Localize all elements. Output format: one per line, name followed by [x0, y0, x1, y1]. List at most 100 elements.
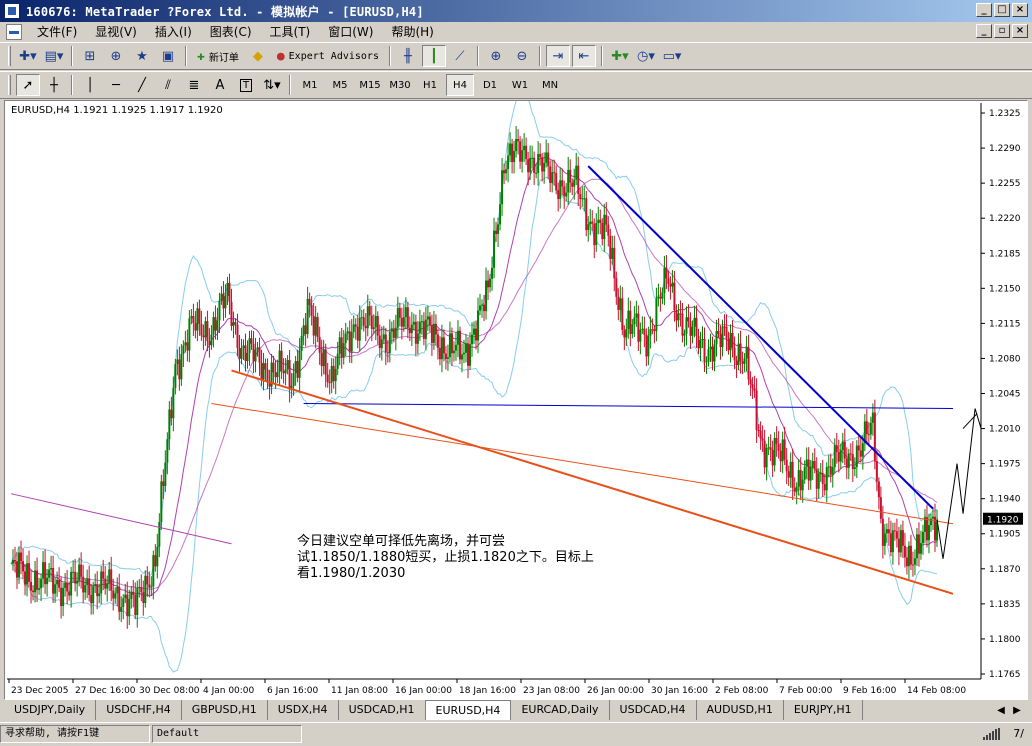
- cursor-tool[interactable]: ➚: [16, 74, 40, 96]
- candle-body: [38, 588, 41, 590]
- candle-body: [555, 173, 558, 191]
- toolbar-grip[interactable]: [8, 75, 11, 95]
- candle-body: [839, 450, 842, 462]
- candle-body: [118, 586, 121, 612]
- menu-view[interactable]: 显视(V): [86, 22, 146, 42]
- menu-file[interactable]: 文件(F): [28, 22, 86, 42]
- chart-window[interactable]: 今日建议空单可择低先离场，并可尝 试1.1850/1.1880短买，止损1.18…: [4, 100, 1028, 700]
- candle-body: [204, 321, 207, 338]
- tab-audusd-h1[interactable]: AUDUSD,H1: [697, 700, 784, 720]
- new-chart-button[interactable]: ✚▾: [16, 45, 40, 67]
- timeframe-m5[interactable]: M5: [326, 74, 354, 96]
- terminal-button[interactable]: ▣: [156, 45, 180, 67]
- candle-body: [869, 422, 872, 435]
- candle-body: [617, 296, 620, 310]
- candle-body: [360, 317, 363, 319]
- tab-eurusd-h4[interactable]: EURUSD,H4: [425, 700, 512, 720]
- candle-body: [671, 282, 674, 287]
- candle-body: [308, 298, 311, 306]
- navigator-button[interactable]: ★: [130, 45, 154, 67]
- timeframe-h1[interactable]: H1: [416, 74, 444, 96]
- candle-body: [56, 579, 59, 585]
- arrows-tool[interactable]: ⇅▾: [260, 74, 284, 96]
- alert-button[interactable]: ◆: [246, 45, 270, 67]
- timeframe-h4[interactable]: H4: [446, 74, 474, 96]
- mdi-minimize-button[interactable]: _: [976, 24, 992, 38]
- indicators-button[interactable]: ✚▾: [608, 45, 632, 67]
- candle-body: [837, 451, 840, 462]
- profiles-button[interactable]: ▤▾: [42, 45, 66, 67]
- candle-body: [214, 317, 217, 331]
- tab-eurcad-daily[interactable]: EURCAD,Daily: [511, 700, 610, 720]
- chart-shift-button[interactable]: ⇤: [571, 45, 596, 67]
- tab-usdchf-h4[interactable]: USDCHF,H4: [96, 700, 182, 720]
- timeframe-w1[interactable]: W1: [506, 74, 534, 96]
- new-order-button[interactable]: ✚ 新订单: [192, 45, 244, 67]
- tab-usdx-h4[interactable]: USDX,H4: [268, 700, 339, 720]
- candle-body: [472, 328, 475, 335]
- mdi-restore-button[interactable]: ▫: [994, 24, 1010, 38]
- fibonacci-tool[interactable]: ≣: [182, 74, 206, 96]
- candle-body: [256, 347, 259, 350]
- text-label-tool[interactable]: T: [234, 74, 258, 96]
- candle-body: [440, 337, 443, 360]
- line-chart-button[interactable]: ⟋: [448, 45, 472, 67]
- crosshair-tool[interactable]: ┼: [42, 74, 66, 96]
- menu-charts[interactable]: 图表(C): [201, 22, 261, 42]
- scroll-right-icon[interactable]: ▶: [1010, 705, 1024, 716]
- status-profile: Default: [152, 724, 302, 743]
- candle-body: [422, 321, 425, 339]
- text-tool[interactable]: A: [208, 74, 232, 96]
- candle-body: [739, 343, 742, 362]
- tab-gbpusd-h1[interactable]: GBPUSD,H1: [182, 700, 268, 720]
- tab-usdcad-h1[interactable]: USDCAD,H1: [339, 700, 426, 720]
- candle-body: [927, 525, 930, 541]
- auto-scroll-button[interactable]: ⇥: [545, 45, 570, 67]
- trendline-tool[interactable]: ╱: [130, 74, 154, 96]
- close-button[interactable]: ×: [1012, 3, 1028, 17]
- connection-status: 7/: [983, 727, 1032, 740]
- price-chart[interactable]: 今日建议空单可择低先离场，并可尝 试1.1850/1.1880短买，止损1.18…: [5, 101, 1027, 699]
- channel-tool[interactable]: ⫽: [156, 74, 180, 96]
- candle-body: [228, 282, 231, 302]
- chart-window-icon[interactable]: [6, 24, 22, 40]
- tab-eurjpy-h1[interactable]: EURJPY,H1: [784, 700, 863, 720]
- candle-body: [649, 329, 652, 336]
- tab-usdjpy-daily[interactable]: USDJPY,Daily: [4, 700, 97, 720]
- vertical-line-tool[interactable]: │: [78, 74, 102, 96]
- zoom-out-button[interactable]: ⊖: [510, 45, 534, 67]
- market-watch-button[interactable]: ⊞: [78, 45, 102, 67]
- tab-scroll: ◀ ▶: [994, 700, 1028, 720]
- candle-body: [232, 322, 235, 326]
- horizontal-line-tool[interactable]: ─: [104, 74, 128, 96]
- data-window-button[interactable]: ⊕: [104, 45, 128, 67]
- candle-body: [681, 313, 684, 336]
- scroll-left-icon[interactable]: ◀: [994, 705, 1008, 716]
- bar-chart-button[interactable]: ╫: [396, 45, 420, 67]
- minimize-button[interactable]: _: [976, 3, 992, 17]
- candle-body: [252, 343, 255, 362]
- timeframe-d1[interactable]: D1: [476, 74, 504, 96]
- candlestick-icon: ┃: [430, 48, 438, 64]
- timeframe-m30[interactable]: M30: [386, 74, 414, 96]
- candle-body: [667, 278, 670, 285]
- timeframe-m15[interactable]: M15: [356, 74, 384, 96]
- candle-body: [306, 298, 309, 335]
- menu-insert[interactable]: 插入(I): [146, 22, 201, 42]
- mdi-close-button[interactable]: ×: [1012, 24, 1028, 38]
- menu-help[interactable]: 帮助(H): [382, 22, 442, 42]
- toolbar-grip[interactable]: [8, 46, 11, 66]
- maximize-button[interactable]: □: [994, 3, 1010, 17]
- periods-button[interactable]: ◷▾: [634, 45, 658, 67]
- expert-advisors-button[interactable]: ● Expert Advisors: [272, 45, 384, 67]
- tab-usdcad-h4[interactable]: USDCAD,H4: [610, 700, 697, 720]
- candle-body: [533, 157, 536, 173]
- candlestick-button[interactable]: ┃: [421, 45, 446, 67]
- candle-body: [725, 326, 728, 339]
- menu-window[interactable]: 窗口(W): [319, 22, 382, 42]
- templates-button[interactable]: ▭▾: [660, 45, 684, 67]
- zoom-in-button[interactable]: ⊕: [484, 45, 508, 67]
- timeframe-m1[interactable]: M1: [296, 74, 324, 96]
- timeframe-mn[interactable]: MN: [536, 74, 564, 96]
- menu-tools[interactable]: 工具(T): [261, 22, 320, 42]
